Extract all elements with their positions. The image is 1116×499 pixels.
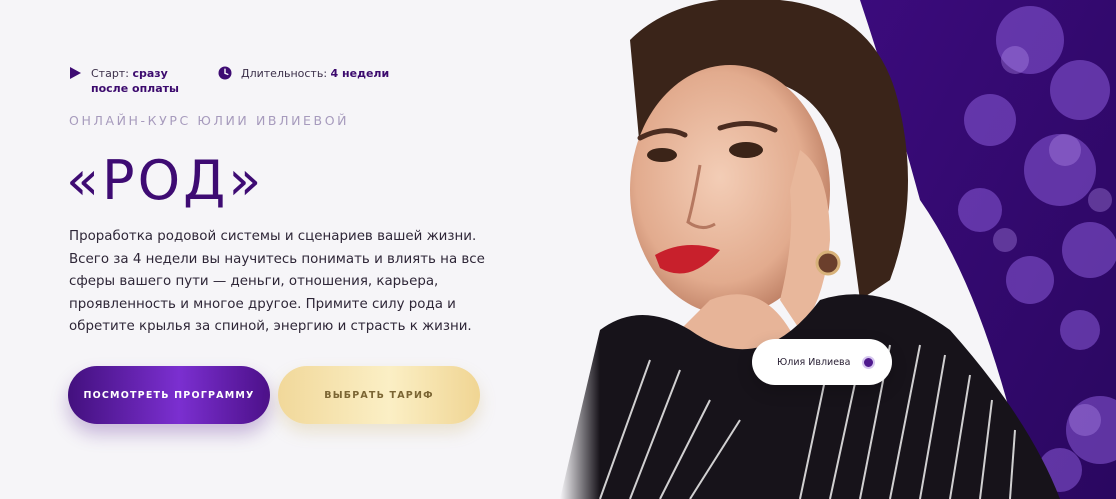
choose-tariff-button[interactable]: Выбрать тариф	[278, 366, 480, 424]
hero-section: Старт: сразу после оплаты Длительность: …	[0, 0, 1116, 499]
duration-text: Длительность: 4 недели	[241, 66, 389, 81]
duration-label: Длительность:	[241, 67, 328, 80]
clock-icon	[218, 66, 232, 80]
course-title: «РОД»	[66, 149, 265, 212]
course-meta: Старт: сразу после оплаты Длительность: …	[68, 66, 389, 96]
view-program-button[interactable]: Посмотреть программу	[68, 366, 270, 424]
course-overline: Онлайн-курс Юлии Ивлиевой	[69, 113, 350, 128]
start-label: Старт:	[91, 67, 129, 80]
start-info: Старт: сразу после оплаты	[68, 66, 198, 96]
duration-info: Длительность: 4 недели	[218, 66, 389, 96]
author-name: Юлия Ивлиева	[777, 356, 851, 368]
badge-dot-icon	[862, 355, 876, 369]
play-icon	[70, 67, 81, 79]
author-photo	[560, 0, 1116, 499]
author-name-badge: Юлия Ивлиева	[752, 339, 892, 385]
course-description: Проработка родовой системы и сценариев в…	[69, 229, 485, 334]
start-text: Старт: сразу после оплаты	[91, 66, 198, 96]
duration-value: 4 недели	[330, 67, 390, 80]
